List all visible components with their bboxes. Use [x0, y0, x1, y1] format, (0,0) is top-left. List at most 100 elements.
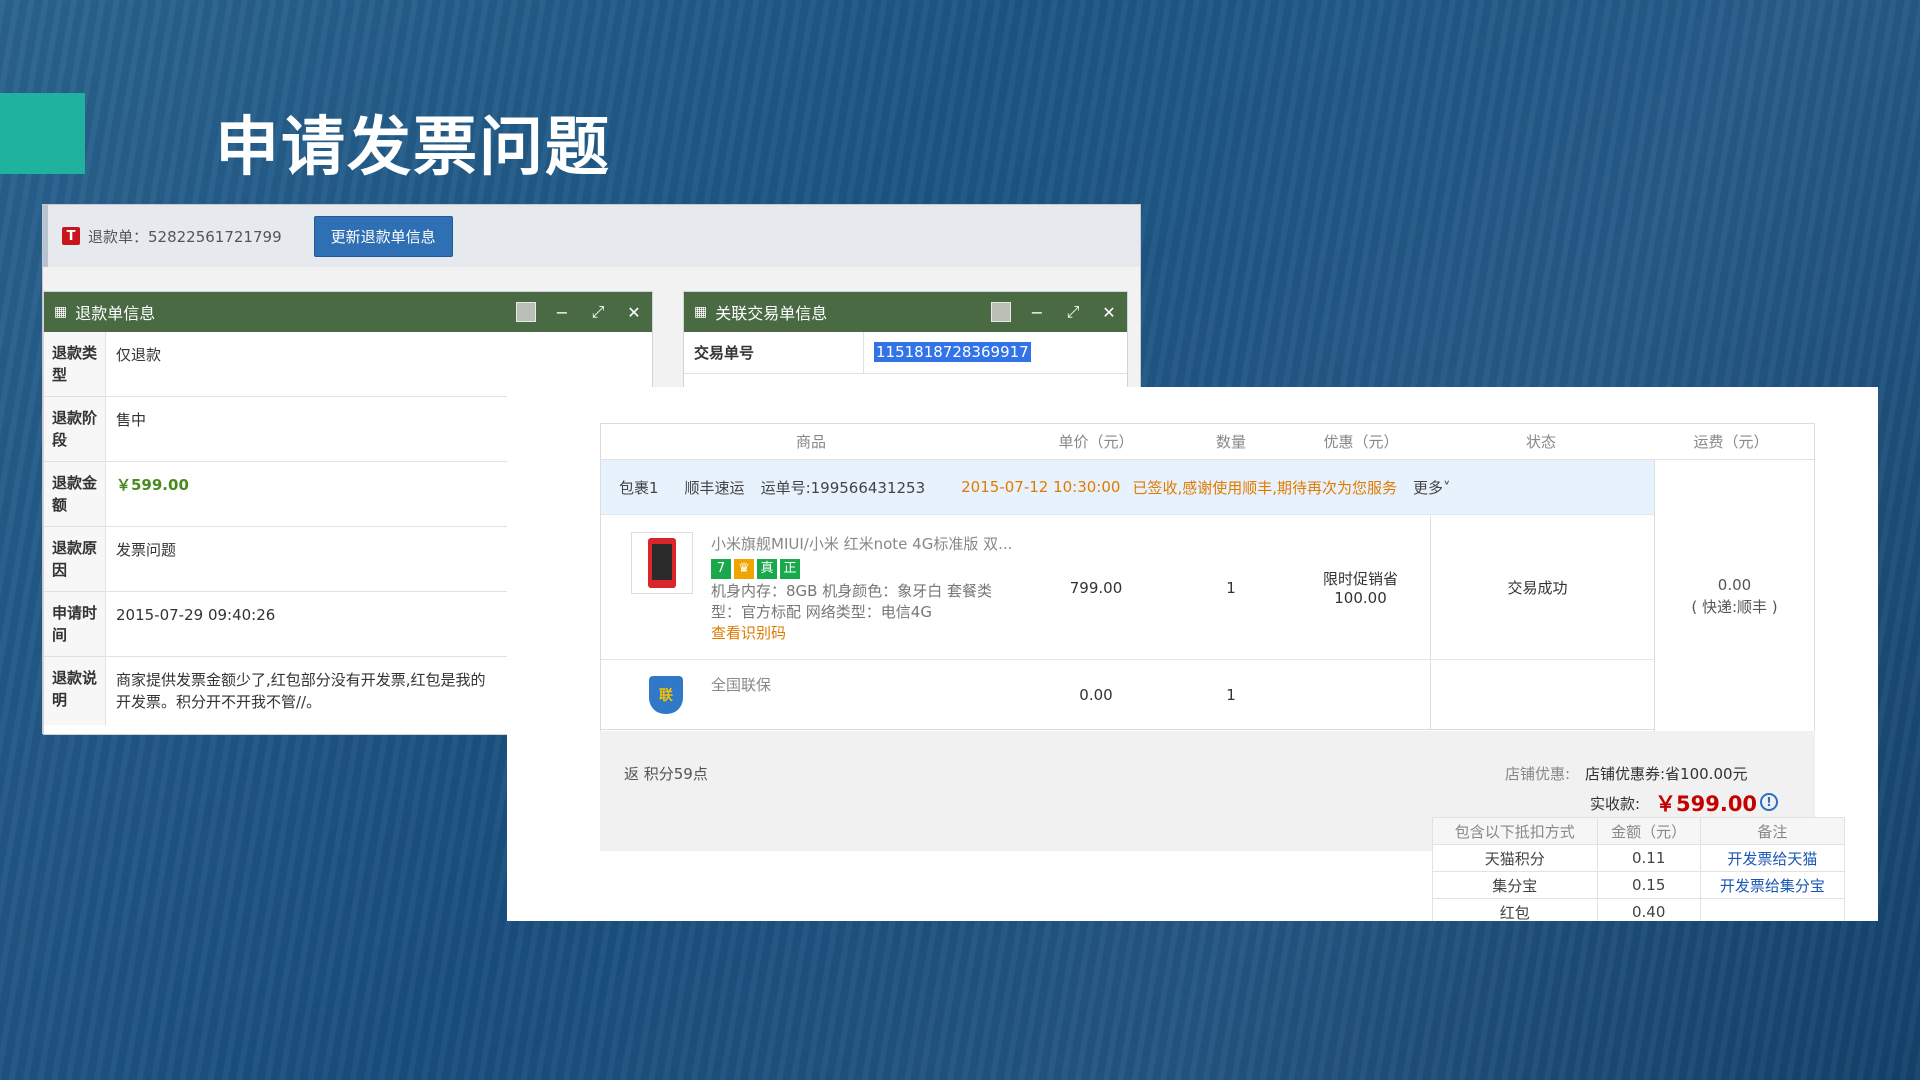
tag-7-day-icon: 7 [711, 559, 731, 579]
shop-discount-label: 店铺优惠: [1505, 765, 1571, 783]
trade-no-value[interactable]: 1151818728369917 [874, 342, 1031, 362]
row-value: 仅退款 [116, 346, 162, 364]
points-reward: 返 积分59点 [624, 765, 708, 783]
shipping-method: ( 快递:顺丰 ) [1691, 598, 1778, 616]
panel-color-toggle[interactable] [508, 292, 544, 332]
phone-image [648, 538, 676, 588]
deduction-row: 红包 0.40 [1432, 898, 1846, 921]
trade-panel-title: 关联交易单信息 [715, 304, 828, 323]
delivery-time: 2015-07-12 10:30:00 [961, 478, 1121, 496]
order-column-headers: 商品 单价（元） 数量 优惠（元） 状态 运费（元） [601, 424, 1814, 460]
row-key: 退款类型 [44, 332, 106, 396]
expand-icon[interactable]: ⤢ [580, 292, 616, 332]
row-value: 发票问题 [116, 541, 177, 559]
refund-topbar: T 退款单：52822561721799 更新退款单信息 [43, 205, 1140, 267]
product-price: 799.00 [1069, 578, 1123, 597]
deduction-table: 包含以下抵扣方式 金额（元） 备注 天猫积分 0.11 开发票给天猫 集分宝 0… [1432, 817, 1846, 921]
product-thumbnail[interactable] [631, 532, 693, 594]
tmall-logo-icon: T [62, 227, 80, 245]
tag-genuine-icon: 真 [757, 559, 777, 579]
trade-no-key: 交易单号 [684, 332, 864, 373]
row-value: 商家提供发票金额少了,红包部分没有开发票,红包是我的开发票。积分开不开我不管//… [116, 671, 486, 711]
service-discount-cell [1291, 660, 1431, 729]
package-row: 包裹1 顺丰速运 运单号:199566431253 2015-07-12 10:… [601, 460, 1654, 515]
view-code-link[interactable]: 查看识别码 [711, 623, 1021, 644]
close-icon[interactable]: ✕ [1091, 292, 1127, 332]
col-status: 状态 [1525, 433, 1556, 451]
row-value: 2015-07-29 09:40:26 [116, 606, 276, 624]
row-key: 申请时间 [44, 592, 106, 656]
row-key: 退款阶段 [44, 397, 106, 461]
deduct-col-method: 包含以下抵扣方式 [1432, 817, 1598, 845]
product-tags: 7 ♛ 真正 [711, 557, 1021, 579]
row-key: 退款金额 [44, 462, 106, 526]
row-value: 售中 [116, 411, 147, 429]
minimize-icon[interactable]: − [544, 292, 580, 332]
shipping-fee: 0.00 [1717, 576, 1752, 594]
order-screenshot: 商品 单价（元） 数量 优惠（元） 状态 运费（元） 包裹1 顺丰速运 运单号:… [507, 387, 1878, 921]
product-qty: 1 [1226, 578, 1236, 597]
slide-title: 申请发票问题 [215, 111, 611, 185]
warranty-shield-icon: 联 [649, 675, 683, 714]
tag-crown-icon: ♛ [734, 559, 754, 579]
paid-amount: ￥599.00 [1655, 792, 1758, 816]
discount-value: 100.00 [1334, 589, 1387, 607]
trade-status: 交易成功 [1507, 579, 1568, 597]
service-row: 联 全国联保 0.00 1 [601, 660, 1654, 730]
trade-panel-header: ▦ 关联交易单信息 − ⤢ ✕ [684, 292, 1127, 332]
deduct-amount: 0.11 [1596, 844, 1701, 872]
deduct-note[interactable]: 开发票给集分宝 [1699, 871, 1846, 899]
deduction-row: 天猫积分 0.11 开发票给天猫 [1432, 844, 1846, 872]
col-shipping: 运费（元） [1693, 433, 1769, 451]
title-accent-block [0, 93, 85, 174]
thumb-cell [601, 516, 711, 659]
expand-icon[interactable]: ⤢ [1055, 292, 1091, 332]
deduct-method: 红包 [1432, 898, 1598, 921]
refund-amount: ￥599.00 [116, 476, 189, 494]
product-row: 小米旗舰MIUI/小米 红米note 4G标准版 双... 7 ♛ 真正 机身内存：… [601, 516, 1654, 660]
package-name: 包裹1 [619, 478, 659, 497]
info-icon: ! [1760, 793, 1778, 811]
minimize-icon[interactable]: − [1019, 292, 1055, 332]
service-name: 全国联保 [711, 676, 772, 694]
paid-info-button[interactable]: ! [1760, 791, 1778, 811]
product-info: 小米旗舰MIUI/小米 红米note 4G标准版 双... 7 ♛ 真正 机身内存：… [711, 516, 1021, 659]
product-title[interactable]: 小米旗舰MIUI/小米 红米note 4G标准版 双... [711, 534, 1021, 555]
discount-label: 限时促销省 [1322, 570, 1398, 588]
service-qty: 1 [1226, 685, 1236, 704]
table-icon: ▦ [694, 304, 708, 320]
col-price: 单价（元） [1058, 433, 1134, 451]
panel-color-toggle[interactable] [983, 292, 1019, 332]
row-key: 退款原因 [44, 527, 106, 591]
delivery-status: 已签收,感谢使用顺丰,期待再次为您服务 [1132, 478, 1397, 497]
row-key: 退款说明 [44, 657, 106, 725]
deduct-method: 集分宝 [1432, 871, 1598, 899]
shipping-cell: 0.00 ( 快递:顺丰 ) [1654, 460, 1814, 732]
service-price: 0.00 [1079, 685, 1113, 704]
refund-panel-header: ▦ 退款单信息 − ⤢ ✕ [44, 292, 652, 332]
deduction-header-row: 包含以下抵扣方式 金额（元） 备注 [1432, 817, 1846, 845]
deduct-amount: 0.40 [1596, 898, 1701, 921]
deduct-note[interactable]: 开发票给天猫 [1699, 844, 1846, 872]
deduction-row: 集分宝 0.15 开发票给集分宝 [1432, 871, 1846, 899]
product-specs-2: 型：官方标配 网络类型：电信4G [711, 603, 932, 621]
close-icon[interactable]: ✕ [616, 292, 652, 332]
trade-no-cell: 1151818728369917 [864, 332, 1041, 373]
col-discount: 优惠（元） [1323, 433, 1399, 451]
carrier-name: 顺丰速运 [684, 478, 745, 497]
col-qty: 数量 [1215, 433, 1246, 451]
table-icon: ▦ [54, 304, 68, 320]
refund-panel-title: 退款单信息 [75, 304, 156, 323]
service-icon-cell: 联 [601, 660, 711, 729]
product-specs-1: 机身内存：8GB 机身颜色：象牙白 套餐类 [711, 582, 992, 600]
refund-number: 退款单：52822561721799 [88, 227, 282, 246]
shop-discount-value: 店铺优惠券:省100.00元 [1585, 765, 1748, 783]
paid-label: 实收款: [1590, 795, 1641, 813]
more-link[interactable]: 更多˅ [1413, 477, 1451, 498]
update-refund-button[interactable]: 更新退款单信息 [313, 215, 453, 257]
col-product: 商品 [795, 433, 826, 451]
tracking-number: 运单号:199566431253 [760, 478, 926, 497]
trade-info-panel: ▦ 关联交易单信息 − ⤢ ✕ 交易单号 1151818728369917 [683, 291, 1128, 401]
deduct-col-amount: 金额（元） [1596, 817, 1701, 845]
tag-authentic-icon: 正 [780, 559, 800, 579]
